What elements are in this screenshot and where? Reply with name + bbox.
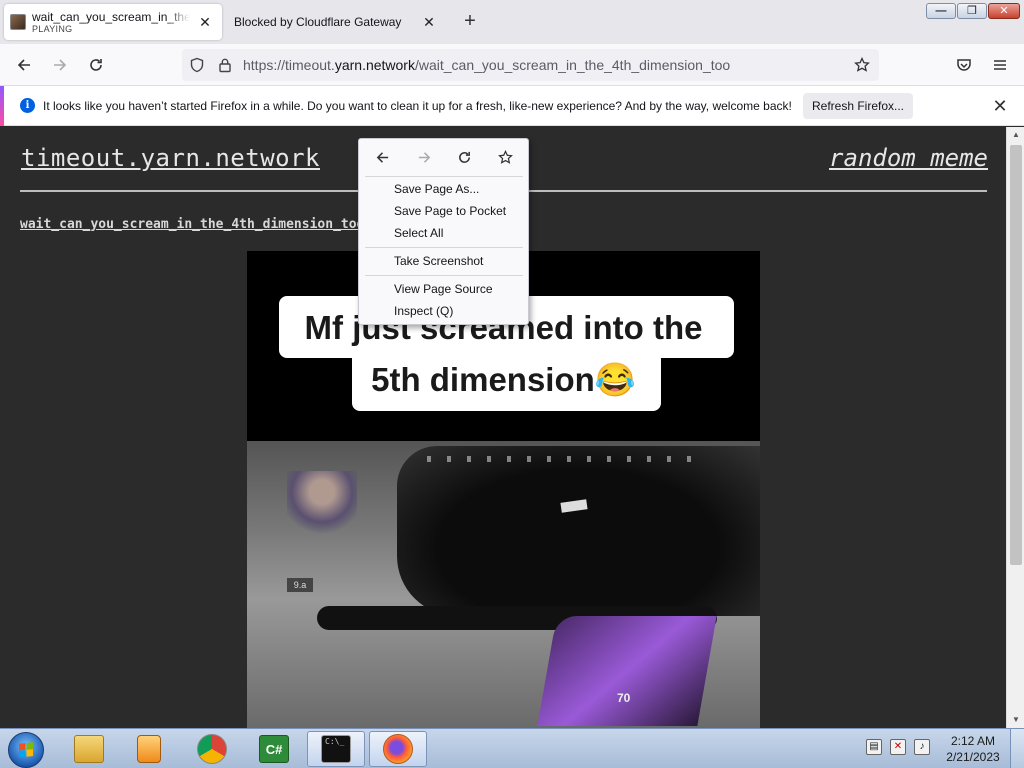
forward-icon[interactable]	[47, 52, 73, 78]
clock-date: 2/21/2023	[946, 750, 1000, 764]
tab-strip: wait_can_you_scream_in_the_4th_dimension…	[0, 0, 1024, 44]
taskbar-chrome[interactable]	[183, 731, 241, 767]
scroll-up-icon[interactable]: ▲	[1007, 127, 1024, 143]
url-path: /wait_can_you_scream_in_the_4th_dimensio…	[414, 57, 731, 73]
tracking-shield-icon[interactable]	[189, 57, 205, 73]
video-caption-line2: 5th dimension😂	[371, 361, 636, 398]
window-close-button[interactable]: ✕	[988, 3, 1020, 19]
menu-separator	[365, 275, 523, 276]
video-frame: 9.a 70	[247, 441, 760, 728]
tab-text: wait_can_you_scream_in_the_4th_dimension…	[32, 10, 190, 35]
tab-title: wait_can_you_scream_in_the_4th_dimension…	[32, 9, 190, 24]
clock-time: 2:12 AM	[950, 734, 996, 748]
system-tray: ▤ ✕ ♪	[866, 739, 930, 759]
tab-title: Blocked by Cloudflare Gateway	[234, 15, 402, 29]
bookmark-star-icon[interactable]	[854, 57, 870, 73]
notification-message: It looks like you haven’t started Firefo…	[43, 99, 792, 113]
context-back-icon[interactable]	[371, 147, 393, 167]
video-weapon	[537, 616, 717, 726]
minimize-button[interactable]: —	[926, 3, 956, 19]
video-hud-left: 9.a	[287, 578, 313, 592]
video-dark-object	[397, 446, 760, 616]
network-icon[interactable]: ▤	[866, 739, 882, 755]
tab-playing-status: PLAYING	[32, 23, 73, 34]
show-desktop-button[interactable]	[1010, 729, 1024, 768]
reload-icon[interactable]	[83, 52, 109, 78]
new-tab-icon[interactable]: +	[458, 10, 482, 34]
random-meme-link[interactable]: random meme	[829, 144, 988, 172]
media-player-icon	[137, 735, 161, 763]
maximize-button[interactable]: ❐	[957, 3, 987, 19]
page-scrollbar[interactable]: ▲ ▼	[1006, 127, 1024, 728]
close-tab-icon[interactable]: ✕	[420, 13, 438, 31]
taskbar-clock[interactable]: 2:12 AM 2/21/2023	[940, 733, 1006, 765]
menu-inspect[interactable]: Inspect (Q)	[394, 304, 453, 318]
close-tab-icon[interactable]: ✕	[196, 13, 214, 31]
folder-icon	[74, 735, 104, 763]
scroll-down-icon[interactable]: ▼	[1007, 712, 1024, 728]
firefox-icon	[383, 734, 413, 764]
menu-hamburger-icon[interactable]	[987, 52, 1013, 78]
taskbar-csharp-app[interactable]: C#	[245, 731, 303, 767]
taskbar-media-player[interactable]	[120, 731, 178, 767]
tab-favicon-icon	[10, 14, 26, 30]
close-notification-icon[interactable]: ✕	[990, 96, 1010, 116]
address-bar[interactable]: https://timeout.yarn.network/wait_can_yo…	[182, 49, 879, 81]
menu-separator	[365, 247, 523, 248]
video-hud-ammo: 70	[617, 691, 631, 705]
scrollbar-thumb[interactable]	[1010, 145, 1022, 565]
context-reload-icon[interactable]	[453, 147, 475, 167]
tab-active[interactable]: wait_can_you_scream_in_the_4th_dimension…	[4, 4, 222, 40]
back-icon[interactable]	[11, 52, 37, 78]
volume-icon[interactable]: ♪	[914, 739, 930, 755]
url-host: yarn.network	[334, 57, 415, 73]
chrome-icon	[197, 734, 227, 764]
command-prompt-icon: C:\_	[321, 735, 351, 763]
navigation-toolbar: https://timeout.yarn.network/wait_can_yo…	[0, 44, 1024, 86]
menu-save-to-pocket[interactable]: Save Page to Pocket	[394, 204, 506, 218]
taskbar-explorer[interactable]	[60, 731, 118, 767]
context-forward-icon[interactable]	[413, 147, 435, 167]
csharp-icon: C#	[259, 735, 289, 763]
site-title-link[interactable]: timeout.yarn.network	[21, 144, 320, 172]
taskbar-command-prompt[interactable]: C:\_	[307, 731, 365, 767]
context-menu-nav	[359, 139, 530, 175]
menu-view-page-source[interactable]: View Page Source	[394, 282, 493, 296]
pocket-icon[interactable]	[951, 52, 977, 78]
url-text[interactable]: https://timeout.yarn.network/wait_can_yo…	[243, 57, 730, 73]
video-hud-dots	[427, 456, 707, 462]
menu-separator	[365, 176, 523, 177]
notification-stripe	[0, 86, 4, 126]
menu-take-screenshot[interactable]: Take Screenshot	[394, 254, 483, 268]
windows-taskbar: C# C:\_ ▤ ✕ ♪ 2:12 AM 2/21/2023	[0, 728, 1024, 768]
refresh-notification-bar: i It looks like you haven’t started Fire…	[0, 86, 1024, 126]
url-scheme: https://timeout.	[243, 57, 335, 73]
video-title-link[interactable]: wait_can_you_scream_in_the_4th_dimension…	[20, 217, 364, 232]
refresh-firefox-button[interactable]: Refresh Firefox...	[803, 93, 913, 119]
context-bookmark-star-icon[interactable]	[494, 147, 516, 167]
menu-select-all[interactable]: Select All	[394, 226, 443, 240]
lock-icon[interactable]	[217, 57, 233, 73]
action-center-icon[interactable]: ✕	[890, 739, 906, 755]
start-button[interactable]	[8, 732, 44, 768]
tab-inactive[interactable]: Blocked by Cloudflare Gateway ✕	[226, 4, 446, 40]
menu-save-page-as[interactable]: Save Page As...	[394, 182, 479, 196]
context-menu: Save Page As... Save Page to Pocket Sele…	[358, 138, 529, 325]
video-figure	[287, 471, 357, 541]
info-icon: i	[20, 98, 35, 113]
windows-logo-icon	[19, 742, 33, 758]
taskbar-firefox[interactable]	[369, 731, 427, 767]
